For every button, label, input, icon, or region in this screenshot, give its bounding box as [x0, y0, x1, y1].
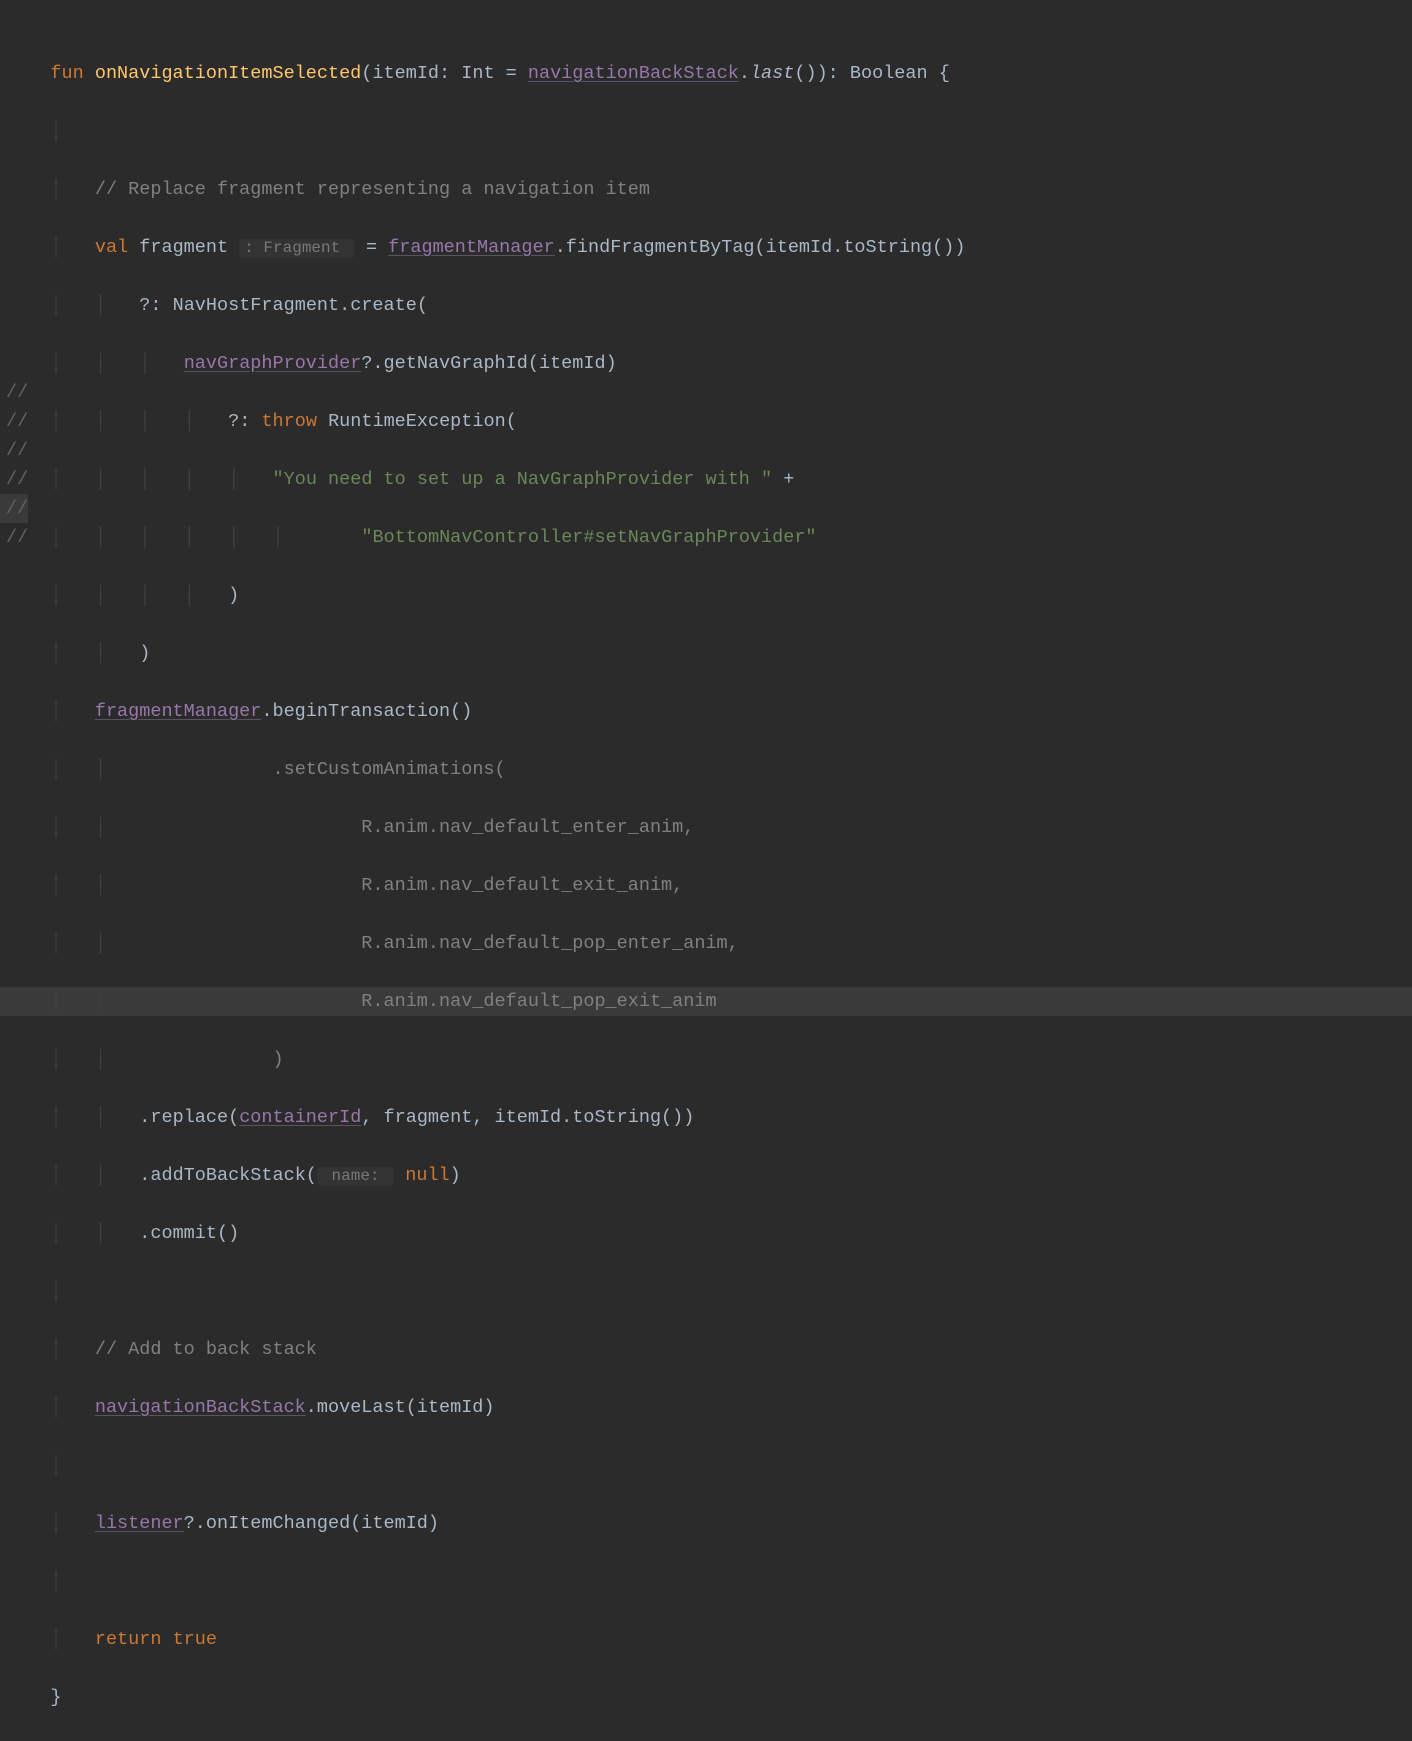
type-hint: : Fragment — [239, 239, 355, 258]
commented-code: R.anim.nav_default_pop_exit_anim — [139, 991, 716, 1012]
field-ref: listener — [95, 1513, 184, 1534]
code-line[interactable]: │ — [0, 1451, 1412, 1480]
type: Int — [461, 63, 494, 84]
keyword-val: val — [95, 237, 128, 258]
gutter-comment-marker: // — [0, 494, 28, 523]
method-call: last — [750, 63, 794, 84]
comment: // Add to back stack — [95, 1339, 317, 1360]
code-line[interactable]: │ │ .addToBackStack( name: null) — [0, 1161, 1412, 1190]
code-line-commented[interactable]: │ │ R.anim.nav_default_pop_exit_anim — [0, 987, 1412, 1016]
gutter-comment-marker: // — [0, 378, 28, 407]
brace: } — [50, 1687, 61, 1708]
code-text: .commit() — [139, 1223, 239, 1244]
code-line[interactable]: │ listener?.onItemChanged(itemId) — [0, 1509, 1412, 1538]
keyword-fun: fun — [50, 63, 83, 84]
code-line[interactable]: │ return true — [0, 1625, 1412, 1654]
punct: . — [739, 63, 750, 84]
comment: // Replace fragment representing a navig… — [95, 179, 650, 200]
code-line[interactable]: │ │ .commit() — [0, 1219, 1412, 1248]
function-name: onNavigationItemSelected — [95, 63, 361, 84]
code-editor[interactable]: fun onNavigationItemSelected(itemId: Int… — [0, 0, 1412, 1741]
variable: fragment — [139, 237, 228, 258]
code-text: .moveLast(itemId) — [306, 1397, 495, 1418]
code-text: .replace( — [139, 1107, 239, 1128]
code-text: .addToBackStack( — [139, 1165, 317, 1186]
paren: ) — [450, 1165, 461, 1186]
commented-code: R.anim.nav_default_enter_anim, — [139, 817, 694, 838]
gutter-comment-marker: // — [0, 407, 28, 436]
code-line[interactable]: │ — [0, 117, 1412, 146]
field-ref: navigationBackStack — [528, 63, 739, 84]
param: itemId — [372, 63, 439, 84]
code-text: NavHostFragment.create( — [173, 295, 428, 316]
elvis: ?: — [228, 411, 250, 432]
keyword-return: return — [95, 1629, 162, 1650]
return-type: Boolean — [850, 63, 928, 84]
punct: ()) — [794, 63, 827, 84]
paren: ) — [139, 643, 150, 664]
code-line[interactable]: │ // Replace fragment representing a nav… — [0, 175, 1412, 204]
code-line[interactable]: │ │ │ navGraphProvider?.getNavGraphId(it… — [0, 349, 1412, 378]
gutter: // // // // // // — [0, 0, 28, 552]
punct: + — [783, 469, 794, 490]
punct: : — [828, 63, 839, 84]
code-line-commented[interactable]: │ │ R.anim.nav_default_enter_anim, — [0, 813, 1412, 842]
code-text: ?.onItemChanged(itemId) — [184, 1513, 439, 1534]
code-line[interactable]: │ │ │ │ │ │ "BottomNavController#setNavG… — [0, 523, 1412, 552]
code-line-commented[interactable]: │ │ ) — [0, 1045, 1412, 1074]
code-line-commented[interactable]: │ │ .setCustomAnimations( — [0, 755, 1412, 784]
commented-code: .setCustomAnimations( — [139, 759, 505, 780]
keyword-null: null — [405, 1165, 449, 1186]
code-line[interactable]: │ val fragment : Fragment = fragmentMana… — [0, 233, 1412, 262]
keyword-true: true — [173, 1629, 217, 1650]
punct: = — [506, 63, 517, 84]
commented-code: R.anim.nav_default_pop_enter_anim, — [139, 933, 739, 954]
field-ref: navGraphProvider — [184, 353, 362, 374]
code-text: .findFragmentByTag(itemId.toString()) — [555, 237, 966, 258]
brace: { — [939, 63, 950, 84]
code-line[interactable]: │ fragmentManager.beginTransaction() — [0, 697, 1412, 726]
field-ref: navigationBackStack — [95, 1397, 306, 1418]
code-line[interactable]: │ — [0, 1277, 1412, 1306]
gutter-comment-marker: // — [0, 436, 28, 465]
param-hint: name: — [317, 1167, 394, 1186]
gutter-comment-marker: // — [0, 523, 28, 552]
code-line-commented[interactable]: │ │ R.anim.nav_default_exit_anim, — [0, 871, 1412, 900]
string-literal: "You need to set up a NavGraphProvider w… — [273, 469, 773, 490]
code-line[interactable]: fun onNavigationItemSelected(itemId: Int… — [0, 59, 1412, 88]
paren: ) — [228, 585, 239, 606]
code-text: .beginTransaction() — [261, 701, 472, 722]
gutter-comment-marker: // — [0, 465, 28, 494]
elvis: ?: — [139, 295, 161, 316]
code-line[interactable]: │ — [0, 1567, 1412, 1596]
code-text: RuntimeException( — [328, 411, 517, 432]
code-line-commented[interactable]: │ │ R.anim.nav_default_pop_enter_anim, — [0, 929, 1412, 958]
commented-code: ) — [139, 1049, 283, 1070]
code-text: ?.getNavGraphId(itemId) — [361, 353, 616, 374]
code-line[interactable]: │ │ │ │ ?: throw RuntimeException( — [0, 407, 1412, 436]
code-line[interactable]: │ // Add to back stack — [0, 1335, 1412, 1364]
code-line[interactable]: │ │ .replace(containerId, fragment, item… — [0, 1103, 1412, 1132]
field-ref: fragmentManager — [95, 701, 262, 722]
code-line[interactable]: │ │ │ │ │ "You need to set up a NavGraph… — [0, 465, 1412, 494]
code-line[interactable]: │ navigationBackStack.moveLast(itemId) — [0, 1393, 1412, 1422]
keyword-throw: throw — [261, 411, 317, 432]
code-line[interactable]: │ │ ?: NavHostFragment.create( — [0, 291, 1412, 320]
punct: = — [366, 237, 377, 258]
code-line[interactable]: } — [0, 1683, 1412, 1712]
punct: ( — [361, 63, 372, 84]
string-literal: "BottomNavController#setNavGraphProvider… — [361, 527, 816, 548]
code-line[interactable]: │ │ │ │ ) — [0, 581, 1412, 610]
punct: : — [439, 63, 450, 84]
field-ref: fragmentManager — [388, 237, 555, 258]
code-text: , fragment, itemId.toString()) — [361, 1107, 694, 1128]
commented-code: R.anim.nav_default_exit_anim, — [139, 875, 683, 896]
code-line[interactable]: │ │ ) — [0, 639, 1412, 668]
field-ref: containerId — [239, 1107, 361, 1128]
